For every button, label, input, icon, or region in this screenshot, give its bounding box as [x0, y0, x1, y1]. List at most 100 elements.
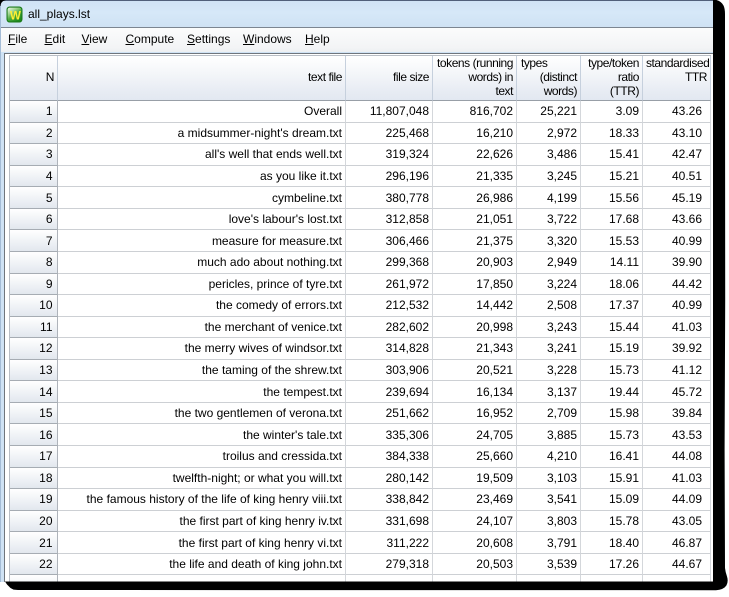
cell-file_size[interactable]: 319,324 [346, 144, 433, 166]
cell-n[interactable]: 13 [10, 360, 58, 382]
cell-n[interactable]: 4 [10, 166, 58, 188]
cell-n[interactable]: 3 [10, 144, 58, 166]
cell-sttr[interactable]: 44.67 [643, 554, 711, 576]
cell-sttr[interactable]: 44.09 [643, 489, 711, 511]
cell-text_file[interactable]: a midsummer-night's dream.txt [58, 123, 346, 145]
cell-text_file[interactable]: the first part of king henry iv.txt [58, 511, 346, 533]
menu-item-windows[interactable]: Windows [238, 28, 297, 52]
cell-types[interactable]: 2,972 [517, 123, 581, 145]
cell-n[interactable]: 1 [10, 101, 58, 123]
cell-file_size[interactable]: 282,602 [346, 317, 433, 339]
cell-types[interactable]: 25,221 [517, 101, 581, 123]
cell-types[interactable]: 3,791 [517, 532, 581, 554]
cell-file_size[interactable]: 212,532 [346, 295, 433, 317]
cell-text_file[interactable]: Overall [58, 101, 346, 123]
cell-types[interactable]: 3,103 [517, 468, 581, 490]
cell-sttr[interactable]: 40.99 [643, 230, 711, 252]
cell-ttr[interactable]: 15.09 [581, 489, 643, 511]
cell-tokens[interactable]: 16,210 [433, 123, 517, 145]
cell-tokens[interactable]: 21,335 [433, 166, 517, 188]
cell-file_size[interactable]: 280,142 [346, 468, 433, 490]
cell-ttr[interactable]: 15.91 [581, 468, 643, 490]
cell-file_size[interactable]: 303,906 [346, 360, 433, 382]
cell-n[interactable]: 11 [10, 317, 58, 339]
column-header-sttr[interactable]: standardisedTTR [643, 56, 711, 101]
cell-ttr[interactable]: 15.78 [581, 511, 643, 533]
cell-types[interactable]: 4,199 [517, 187, 581, 209]
cell-n[interactable]: 18 [10, 468, 58, 490]
cell-text_file[interactable]: pericles, prince of tyre.txt [58, 274, 346, 296]
menu-item-compute[interactable]: Compute [121, 28, 180, 52]
cell-tokens[interactable]: 22,626 [433, 144, 517, 166]
wordsmith-app-icon[interactable]: W [6, 6, 23, 23]
cell-sttr[interactable]: 41.03 [643, 468, 711, 490]
cell-tokens[interactable]: 26,986 [433, 187, 517, 209]
column-header-tokens[interactable]: tokens (runningwords) intext [433, 56, 517, 101]
cell-types[interactable]: 3,486 [517, 144, 581, 166]
cell-types[interactable]: 3,885 [517, 424, 581, 446]
cell-types[interactable]: 4,210 [517, 446, 581, 468]
cell-types[interactable]: 3,539 [517, 554, 581, 576]
titlebar[interactable]: W all_plays.lst [1, 1, 713, 27]
cell-text_file[interactable]: the tempest.txt [58, 381, 346, 403]
cell-text_file[interactable]: love's labour's lost.txt [58, 209, 346, 231]
cell-sttr[interactable]: 45.72 [643, 381, 711, 403]
cell-tokens[interactable]: 21,375 [433, 230, 517, 252]
cell-tokens[interactable]: 20,998 [433, 317, 517, 339]
cell-tokens[interactable]: 21,051 [433, 209, 517, 231]
cell-file_size[interactable]: 225,468 [346, 123, 433, 145]
cell-tokens[interactable]: 20,521 [433, 360, 517, 382]
cell-ttr[interactable]: 15.21 [581, 166, 643, 188]
cell-sttr[interactable]: 40.99 [643, 295, 711, 317]
cell-n[interactable]: 22 [10, 554, 58, 576]
cell-types[interactable]: 3,243 [517, 317, 581, 339]
cell-text_file[interactable]: the comedy of errors.txt [58, 295, 346, 317]
cell-sttr[interactable]: 40.51 [643, 166, 711, 188]
menu-item-settings[interactable]: Settings [182, 28, 235, 52]
cell-sttr[interactable]: 39.84 [643, 403, 711, 425]
cell-tokens[interactable]: 20,503 [433, 554, 517, 576]
cell-n[interactable]: 9 [10, 274, 58, 296]
cell-tokens[interactable]: 16,952 [433, 403, 517, 425]
cell-n[interactable]: 21 [10, 532, 58, 554]
cell-file_size[interactable]: 312,858 [346, 209, 433, 231]
cell-text_file[interactable]: much ado about nothing.txt [58, 252, 346, 274]
cell-tokens[interactable]: 16,134 [433, 381, 517, 403]
cell-sttr[interactable]: 45.19 [643, 187, 711, 209]
cell-sttr[interactable]: 46.87 [643, 532, 711, 554]
cell-tokens[interactable]: 24,107 [433, 511, 517, 533]
cell-sttr[interactable]: 43.26 [643, 101, 711, 123]
cell-text_file[interactable]: cymbeline.txt [58, 187, 346, 209]
cell-types[interactable]: 3,803 [517, 511, 581, 533]
cell-file_size[interactable]: 279,318 [346, 554, 433, 576]
cell-sttr[interactable]: 43.05 [643, 511, 711, 533]
cell-text_file[interactable]: the life and death of king john.txt [58, 554, 346, 576]
cell-types[interactable]: 3,137 [517, 381, 581, 403]
cell-sttr[interactable]: 44.42 [643, 274, 711, 296]
cell-text_file[interactable]: the merry wives of windsor.txt [58, 338, 346, 360]
cell-ttr[interactable]: 19.44 [581, 381, 643, 403]
cell-types[interactable]: 3,541 [517, 489, 581, 511]
cell-tokens[interactable]: 24,705 [433, 424, 517, 446]
cell-tokens[interactable]: 17,850 [433, 274, 517, 296]
cell-sttr[interactable]: 39.92 [643, 338, 711, 360]
cell-file_size[interactable]: 11,807,048 [346, 101, 433, 123]
cell-tokens[interactable]: 25,660 [433, 446, 517, 468]
menu-item-help[interactable]: Help [300, 28, 335, 52]
cell-n[interactable]: 5 [10, 187, 58, 209]
cell-text_file[interactable]: the winter's tale.txt [58, 424, 346, 446]
cell-file_size[interactable]: 331,698 [346, 511, 433, 533]
menu-item-view[interactable]: View [77, 28, 113, 52]
cell-ttr[interactable]: 15.19 [581, 338, 643, 360]
cell-text_file[interactable]: as you like it.txt [58, 166, 346, 188]
cell-types[interactable]: 3,245 [517, 166, 581, 188]
cell-ttr[interactable]: 15.73 [581, 360, 643, 382]
cell-text_file[interactable]: the famous history of the life of king h… [58, 489, 346, 511]
cell-tokens[interactable]: 19,509 [433, 468, 517, 490]
cell-ttr[interactable]: 15.44 [581, 317, 643, 339]
cell-ttr[interactable]: 17.68 [581, 209, 643, 231]
cell-file_size[interactable]: 384,338 [346, 446, 433, 468]
cell-tokens[interactable]: 21,343 [433, 338, 517, 360]
cell-sttr[interactable]: 43.66 [643, 209, 711, 231]
cell-text_file[interactable]: all's well that ends well.txt [58, 144, 346, 166]
